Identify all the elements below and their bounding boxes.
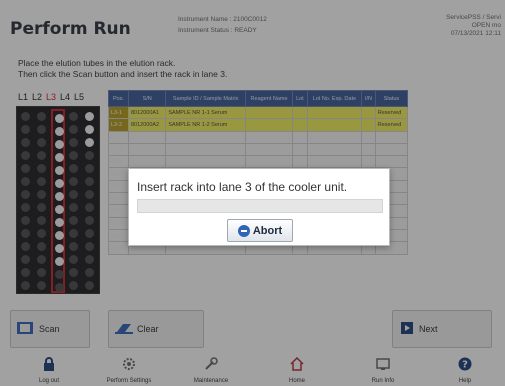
insert-rack-dialog: Insert rack into lane 3 of the cooler un… (128, 168, 390, 246)
app-window: Perform Run Instrument Name : 2100C0012 … (0, 0, 505, 386)
minus-circle-icon (237, 224, 250, 237)
dialog-progress-bar (137, 199, 383, 213)
abort-button[interactable]: Abort (227, 219, 293, 242)
abort-label: Abort (252, 224, 283, 237)
dialog-message: Insert rack into lane 3 of the cooler un… (137, 180, 348, 194)
